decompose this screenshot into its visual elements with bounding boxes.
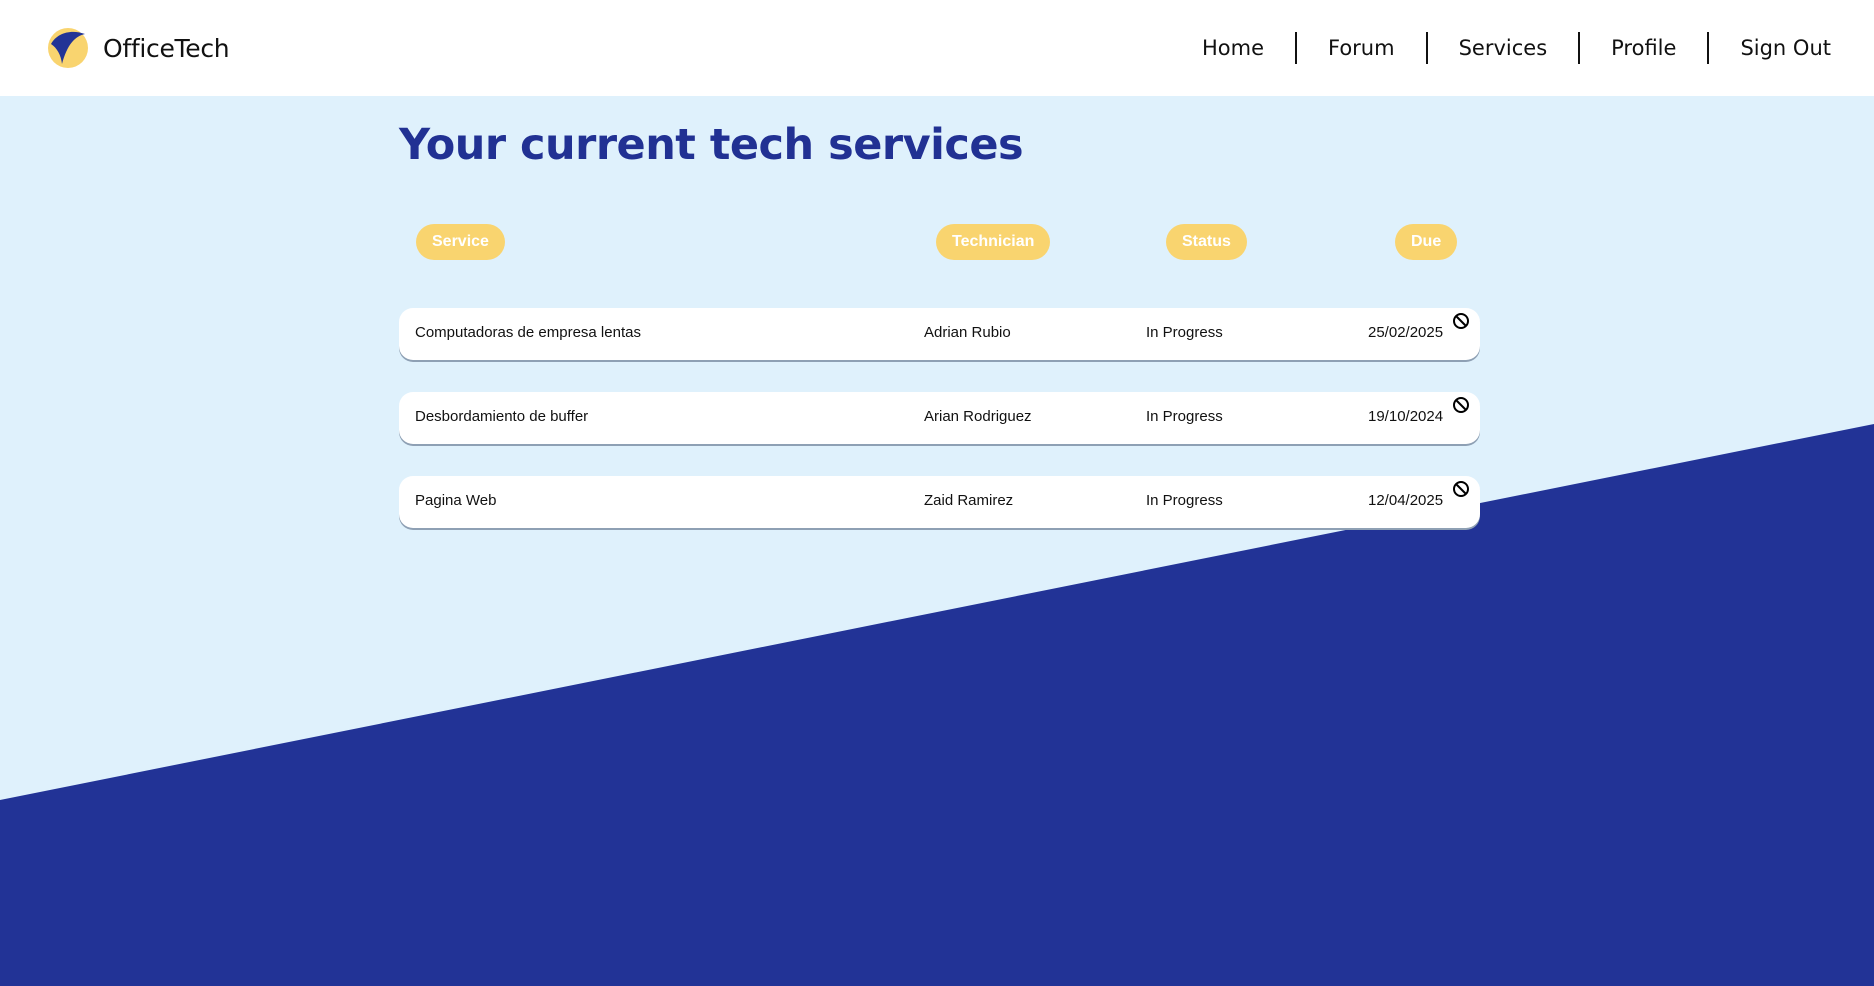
brand[interactable]: OfficeTech xyxy=(47,27,230,69)
column-header-service: Service xyxy=(416,224,505,260)
column-header-due: Due xyxy=(1395,224,1458,260)
column-header-technician: Technician xyxy=(936,224,1051,260)
cancel-icon[interactable] xyxy=(1452,312,1470,330)
nav-services-link[interactable]: Services xyxy=(1425,32,1579,64)
main-nav: Home Forum Services Profile Sign Out xyxy=(1171,32,1831,64)
service-status: In Progress xyxy=(1146,492,1223,509)
service-status: In Progress xyxy=(1146,324,1223,341)
service-name: Pagina Web xyxy=(415,492,497,509)
officetech-logo-icon xyxy=(48,28,88,68)
nav-home-link[interactable]: Home xyxy=(1171,32,1295,64)
nav-sign-out-link[interactable]: Sign Out xyxy=(1707,32,1831,64)
cancel-icon[interactable] xyxy=(1452,480,1470,498)
column-header-status: Status xyxy=(1166,224,1247,260)
nav-profile-link[interactable]: Profile xyxy=(1578,32,1707,64)
service-row[interactable]: Desbordamiento de buffer Arian Rodriguez… xyxy=(399,392,1480,444)
service-row[interactable]: Pagina Web Zaid Ramirez In Progress 12/0… xyxy=(399,476,1480,528)
technician-name: Arian Rodriguez xyxy=(924,408,1032,425)
nav-forum-link[interactable]: Forum xyxy=(1294,32,1426,64)
cancel-icon[interactable] xyxy=(1452,396,1470,414)
top-navbar: OfficeTech Home Forum Services Profile S… xyxy=(0,0,1874,96)
due-date: 12/04/2025 xyxy=(1368,492,1444,509)
service-name: Desbordamiento de buffer xyxy=(415,408,589,425)
due-date: 19/10/2024 xyxy=(1368,408,1444,425)
service-row[interactable]: Computadoras de empresa lentas Adrian Ru… xyxy=(399,308,1480,360)
brand-name: OfficeTech xyxy=(103,33,230,63)
technician-name: Adrian Rubio xyxy=(924,324,1011,341)
service-status: In Progress xyxy=(1146,408,1223,425)
technician-name: Zaid Ramirez xyxy=(924,492,1014,509)
service-name: Computadoras de empresa lentas xyxy=(415,324,641,341)
due-date: 25/02/2025 xyxy=(1368,324,1444,341)
page-title: Your current tech services xyxy=(399,120,1024,170)
